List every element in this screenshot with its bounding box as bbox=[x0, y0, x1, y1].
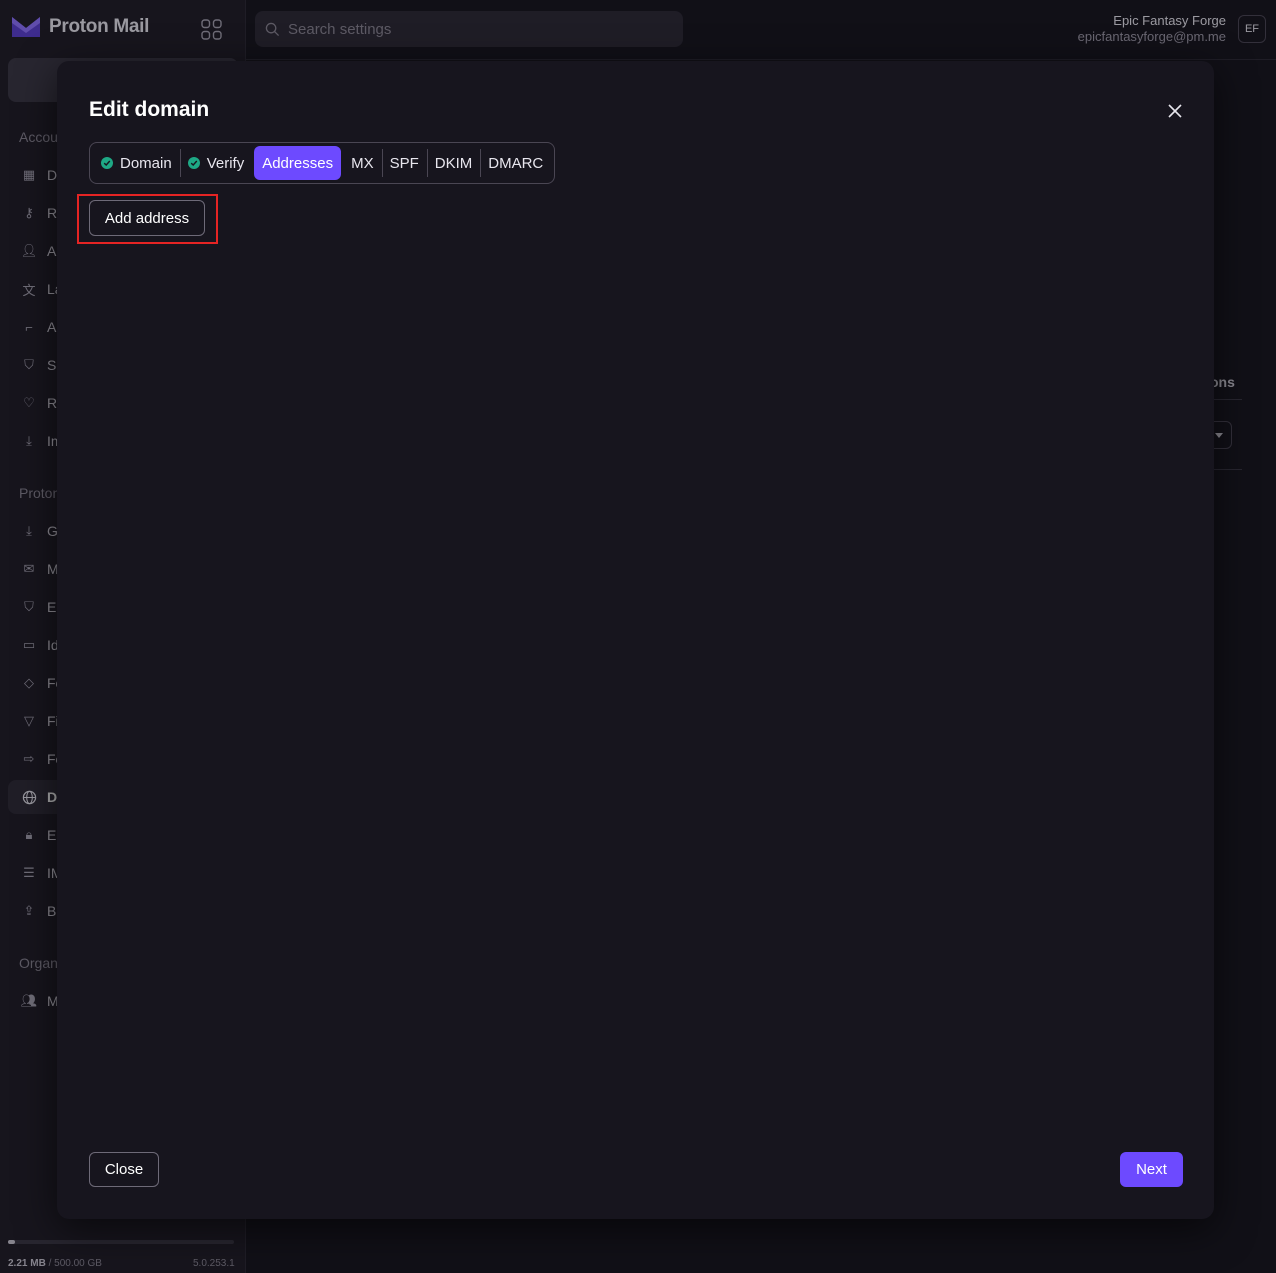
modal-close-button[interactable] bbox=[1163, 99, 1187, 123]
tab-label: MX bbox=[351, 154, 374, 172]
tab-label: Domain bbox=[120, 154, 172, 172]
close-button[interactable]: Close bbox=[89, 1152, 159, 1187]
app: Proton Mail Accou ▦ Da ⚷ Re 👤︎ Ac 文 La ⌐ Ap ⛉… bbox=[0, 0, 1276, 1273]
tab-label: DMARC bbox=[488, 154, 544, 172]
tab-label: Verify bbox=[206, 154, 245, 172]
close-icon bbox=[1168, 104, 1182, 118]
tab-addresses[interactable]: Addresses bbox=[254, 146, 342, 180]
tab-mx[interactable]: MX bbox=[343, 146, 382, 180]
tab-domain[interactable]: Domain bbox=[93, 146, 180, 180]
add-address-button[interactable]: Add address bbox=[89, 200, 205, 236]
tab-spf[interactable]: SPF bbox=[381, 146, 427, 180]
tab-label: DKIM bbox=[434, 154, 473, 172]
edit-domain-modal: Edit domain Domain Verify Addresses MX S… bbox=[57, 61, 1214, 1219]
modal-title: Edit domain bbox=[89, 98, 210, 121]
tab-dkim[interactable]: DKIM bbox=[426, 146, 481, 180]
domain-steps-tabs: Domain Verify Addresses MX SPF DKIM DMAR… bbox=[89, 142, 556, 184]
tab-label: Addresses bbox=[262, 154, 334, 172]
check-icon bbox=[187, 157, 200, 169]
tab-verify[interactable]: Verify bbox=[179, 146, 253, 180]
tab-dmarc[interactable]: DMARC bbox=[480, 146, 551, 180]
tab-label: SPF bbox=[389, 154, 419, 172]
next-button[interactable]: Next bbox=[1120, 1152, 1183, 1187]
check-icon bbox=[101, 157, 113, 169]
